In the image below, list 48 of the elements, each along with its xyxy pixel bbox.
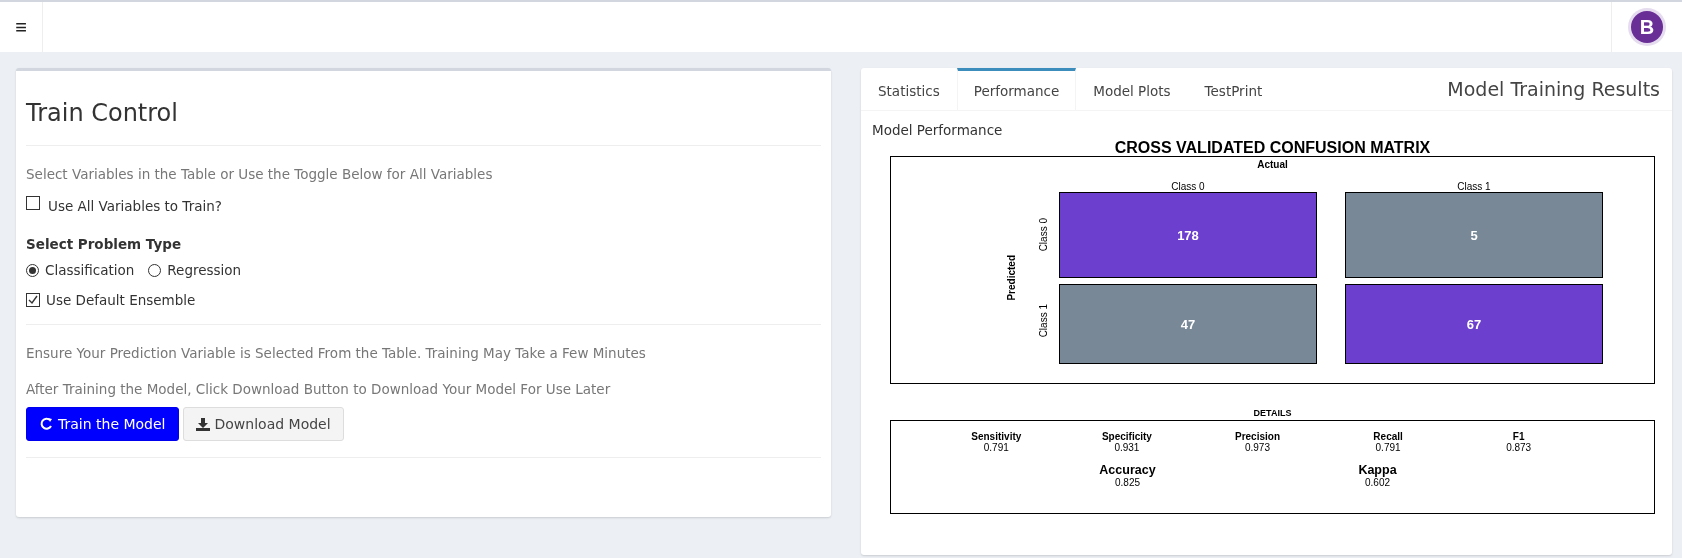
matrix-title: CROSS VALIDATED CONFUSION MATRIX bbox=[1113, 140, 1432, 156]
radio-option[interactable]: Classification bbox=[26, 262, 135, 278]
axis-label: Actual bbox=[1256, 159, 1289, 170]
metric-value: 0.873 bbox=[1505, 442, 1533, 453]
tab[interactable]: Model Plots bbox=[1076, 68, 1188, 110]
matrix-cell: 47 bbox=[1059, 284, 1317, 364]
axis-label: Predicted bbox=[1005, 255, 1017, 301]
instruction-text: After Training the Model, Click Download Button to Download Your Model For Use Later bbox=[26, 381, 612, 397]
metric-value: 0.931 bbox=[1114, 442, 1140, 453]
refresh-icon bbox=[39, 417, 53, 431]
checkbox[interactable] bbox=[26, 293, 40, 307]
metric-value: 0.791 bbox=[983, 442, 1009, 453]
matrix-cell: 178 bbox=[1059, 192, 1317, 278]
metric-name: Specificity bbox=[1100, 431, 1153, 442]
metric-value: 0.973 bbox=[1243, 442, 1271, 453]
row-label: Class 0 bbox=[1037, 218, 1049, 252]
download-button[interactable]: Download Model bbox=[182, 407, 344, 441]
row-label: Class 1 bbox=[1037, 304, 1049, 338]
train-button[interactable]: Train the Model bbox=[26, 407, 179, 441]
tab[interactable]: TestPrint bbox=[1187, 68, 1280, 110]
checkbox-label: Use Default Ensemble bbox=[46, 292, 196, 308]
section-label: Model Performance bbox=[872, 122, 1004, 138]
metric-value: 0.825 bbox=[1114, 477, 1141, 488]
metric-name: F1 bbox=[1511, 431, 1526, 442]
matrix-cell: 67 bbox=[1345, 284, 1603, 364]
panel-title: Model Training Results bbox=[1447, 78, 1661, 100]
metric-name: Sensitivity bbox=[970, 431, 1023, 442]
download-icon bbox=[195, 417, 210, 431]
checkbox-label: Use All Variables to Train? bbox=[48, 198, 222, 214]
matrix-cell: 5 bbox=[1345, 192, 1603, 278]
metric-value: 0.602 bbox=[1364, 477, 1391, 488]
radio-option[interactable]: Regression bbox=[148, 262, 242, 278]
metric-name: Kappa bbox=[1357, 463, 1398, 477]
metric-name: Accuracy bbox=[1098, 463, 1157, 477]
details-title: DETAILS bbox=[1252, 408, 1293, 418]
tab[interactable]: Performance bbox=[956, 68, 1077, 110]
card-title: Train Control bbox=[26, 81, 821, 146]
logo: B bbox=[1631, 11, 1663, 43]
instruction-text: Ensure Your Prediction Variable is Selected From the Table. Training May Take a Few Minutes bbox=[26, 345, 647, 361]
column-label: Class 1 bbox=[1456, 181, 1492, 192]
column-label: Class 0 bbox=[1170, 181, 1206, 192]
metric-name: Precision bbox=[1233, 431, 1281, 442]
metric-name: Recall bbox=[1372, 431, 1404, 442]
field-label: Select Problem Type bbox=[26, 236, 183, 252]
hint-text: Select Variables in the Table or Use the Toggle Below for All Variables bbox=[26, 166, 494, 182]
checkbox[interactable] bbox=[26, 196, 40, 210]
tab[interactable]: Statistics bbox=[861, 68, 957, 110]
metric-value: 0.791 bbox=[1374, 442, 1402, 453]
